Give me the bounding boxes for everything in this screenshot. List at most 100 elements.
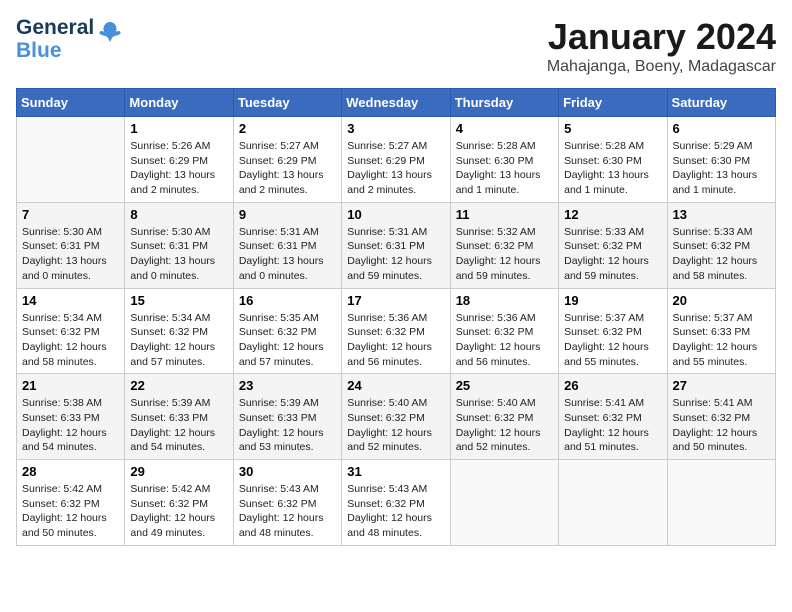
day-cell: 29 Sunrise: 5:42 AMSunset: 6:32 PMDayligh…	[125, 460, 233, 546]
day-info: Sunrise: 5:28 AMSunset: 6:30 PMDaylight:…	[564, 139, 661, 198]
day-number: 11	[456, 207, 553, 222]
day-number: 16	[239, 293, 336, 308]
title-area: January 2024 Mahajanga, Boeny, Madagasca…	[547, 16, 776, 76]
day-number: 20	[673, 293, 770, 308]
day-cell: 30 Sunrise: 5:43 AMSunset: 6:32 PMDayligh…	[233, 460, 341, 546]
day-cell	[17, 117, 125, 203]
day-info: Sunrise: 5:37 AMSunset: 6:32 PMDaylight:…	[564, 311, 661, 370]
day-number: 22	[130, 378, 227, 393]
day-number: 23	[239, 378, 336, 393]
day-number: 3	[347, 121, 444, 136]
day-info: Sunrise: 5:41 AMSunset: 6:32 PMDaylight:…	[673, 396, 770, 455]
weekday-header-monday: Monday	[125, 89, 233, 117]
day-info: Sunrise: 5:34 AMSunset: 6:32 PMDaylight:…	[130, 311, 227, 370]
day-info: Sunrise: 5:30 AMSunset: 6:31 PMDaylight:…	[22, 225, 119, 284]
week-row-1: 1 Sunrise: 5:26 AMSunset: 6:29 PMDaylight…	[17, 117, 776, 203]
day-info: Sunrise: 5:27 AMSunset: 6:29 PMDaylight:…	[239, 139, 336, 198]
day-info: Sunrise: 5:32 AMSunset: 6:32 PMDaylight:…	[456, 225, 553, 284]
day-number: 8	[130, 207, 227, 222]
logo: General Blue	[16, 16, 124, 62]
day-cell: 20Sunrise: 5:37 AMSunset: 6:33 PMDayligh…	[667, 288, 775, 374]
day-number: 21	[22, 378, 119, 393]
day-info: Sunrise: 5:36 AMSunset: 6:32 PMDaylight:…	[347, 311, 444, 370]
day-cell: 8 Sunrise: 5:30 AMSunset: 6:31 PMDaylight…	[125, 202, 233, 288]
day-info: Sunrise: 5:43 AMSunset: 6:32 PMDaylight:…	[239, 482, 336, 541]
day-cell: 5 Sunrise: 5:28 AMSunset: 6:30 PMDaylight…	[559, 117, 667, 203]
day-info: Sunrise: 5:34 AMSunset: 6:32 PMDaylight:…	[22, 311, 119, 370]
day-cell: 9Sunrise: 5:31 AMSunset: 6:31 PMDaylight…	[233, 202, 341, 288]
logo-bird-icon	[96, 18, 124, 46]
day-cell: 17 Sunrise: 5:36 AMSunset: 6:32 PMDayligh…	[342, 288, 450, 374]
day-cell: 31 Sunrise: 5:43 AMSunset: 6:32 PMDayligh…	[342, 460, 450, 546]
week-row-4: 21 Sunrise: 5:38 AMSunset: 6:33 PMDayligh…	[17, 374, 776, 460]
day-cell: 18 Sunrise: 5:36 AMSunset: 6:32 PMDayligh…	[450, 288, 558, 374]
day-number: 14	[22, 293, 119, 308]
day-info: Sunrise: 5:30 AMSunset: 6:31 PMDaylight:…	[130, 225, 227, 284]
day-cell: 12Sunrise: 5:33 AMSunset: 6:32 PMDayligh…	[559, 202, 667, 288]
day-cell: 23Sunrise: 5:39 AMSunset: 6:33 PMDayligh…	[233, 374, 341, 460]
day-info: Sunrise: 5:40 AMSunset: 6:32 PMDaylight:…	[456, 396, 553, 455]
day-info: Sunrise: 5:26 AMSunset: 6:29 PMDaylight:…	[130, 139, 227, 198]
day-number: 2	[239, 121, 336, 136]
week-row-3: 14 Sunrise: 5:34 AMSunset: 6:32 PMDayligh…	[17, 288, 776, 374]
weekday-header-friday: Friday	[559, 89, 667, 117]
day-info: Sunrise: 5:31 AMSunset: 6:31 PMDaylight:…	[239, 225, 336, 284]
day-cell: 19 Sunrise: 5:37 AMSunset: 6:32 PMDayligh…	[559, 288, 667, 374]
day-number: 10	[347, 207, 444, 222]
calendar-body: 1 Sunrise: 5:26 AMSunset: 6:29 PMDaylight…	[17, 117, 776, 546]
day-info: Sunrise: 5:41 AMSunset: 6:32 PMDaylight:…	[564, 396, 661, 455]
day-info: Sunrise: 5:29 AMSunset: 6:30 PMDaylight:…	[673, 139, 770, 198]
day-info: Sunrise: 5:40 AMSunset: 6:32 PMDaylight:…	[347, 396, 444, 455]
day-info: Sunrise: 5:38 AMSunset: 6:33 PMDaylight:…	[22, 396, 119, 455]
day-number: 29	[130, 464, 227, 479]
day-number: 15	[130, 293, 227, 308]
day-cell: 28Sunrise: 5:42 AMSunset: 6:32 PMDayligh…	[17, 460, 125, 546]
day-cell: 3 Sunrise: 5:27 AMSunset: 6:29 PMDaylight…	[342, 117, 450, 203]
day-info: Sunrise: 5:27 AMSunset: 6:29 PMDaylight:…	[347, 139, 444, 198]
day-number: 19	[564, 293, 661, 308]
day-cell: 2 Sunrise: 5:27 AMSunset: 6:29 PMDaylight…	[233, 117, 341, 203]
header: General Blue January 2024 Mahajanga, Boe…	[16, 16, 776, 76]
day-number: 30	[239, 464, 336, 479]
day-number: 5	[564, 121, 661, 136]
day-cell: 25 Sunrise: 5:40 AMSunset: 6:32 PMDayligh…	[450, 374, 558, 460]
week-row-5: 28Sunrise: 5:42 AMSunset: 6:32 PMDayligh…	[17, 460, 776, 546]
day-cell: 16 Sunrise: 5:35 AMSunset: 6:32 PMDayligh…	[233, 288, 341, 374]
day-number: 17	[347, 293, 444, 308]
day-number: 7	[22, 207, 119, 222]
day-cell	[450, 460, 558, 546]
day-number: 18	[456, 293, 553, 308]
day-number: 4	[456, 121, 553, 136]
weekday-header-wednesday: Wednesday	[342, 89, 450, 117]
day-info: Sunrise: 5:42 AMSunset: 6:32 PMDaylight:…	[22, 482, 119, 541]
day-info: Sunrise: 5:43 AMSunset: 6:32 PMDaylight:…	[347, 482, 444, 541]
day-cell: 27Sunrise: 5:41 AMSunset: 6:32 PMDayligh…	[667, 374, 775, 460]
calendar-table: SundayMondayTuesdayWednesdayThursdayFrid…	[16, 88, 776, 546]
day-cell: 22 Sunrise: 5:39 AMSunset: 6:33 PMDayligh…	[125, 374, 233, 460]
day-cell: 26Sunrise: 5:41 AMSunset: 6:32 PMDayligh…	[559, 374, 667, 460]
day-info: Sunrise: 5:39 AMSunset: 6:33 PMDaylight:…	[130, 396, 227, 455]
weekday-header-saturday: Saturday	[667, 89, 775, 117]
day-cell: 4 Sunrise: 5:28 AMSunset: 6:30 PMDaylight…	[450, 117, 558, 203]
day-number: 1	[130, 121, 227, 136]
day-cell: 24 Sunrise: 5:40 AMSunset: 6:32 PMDayligh…	[342, 374, 450, 460]
day-cell: 10Sunrise: 5:31 AMSunset: 6:31 PMDayligh…	[342, 202, 450, 288]
day-cell	[559, 460, 667, 546]
day-info: Sunrise: 5:35 AMSunset: 6:32 PMDaylight:…	[239, 311, 336, 370]
day-info: Sunrise: 5:36 AMSunset: 6:32 PMDaylight:…	[456, 311, 553, 370]
day-number: 25	[456, 378, 553, 393]
day-info: Sunrise: 5:33 AMSunset: 6:32 PMDaylight:…	[564, 225, 661, 284]
day-info: Sunrise: 5:28 AMSunset: 6:30 PMDaylight:…	[456, 139, 553, 198]
day-info: Sunrise: 5:33 AMSunset: 6:32 PMDaylight:…	[673, 225, 770, 284]
day-cell: 11 Sunrise: 5:32 AMSunset: 6:32 PMDayligh…	[450, 202, 558, 288]
day-cell	[667, 460, 775, 546]
day-cell: 21 Sunrise: 5:38 AMSunset: 6:33 PMDayligh…	[17, 374, 125, 460]
day-number: 31	[347, 464, 444, 479]
day-info: Sunrise: 5:42 AMSunset: 6:32 PMDaylight:…	[130, 482, 227, 541]
logo-general: General	[16, 16, 94, 39]
day-cell: 1 Sunrise: 5:26 AMSunset: 6:29 PMDaylight…	[125, 117, 233, 203]
day-cell: 15 Sunrise: 5:34 AMSunset: 6:32 PMDayligh…	[125, 288, 233, 374]
day-number: 24	[347, 378, 444, 393]
location-title: Mahajanga, Boeny, Madagascar	[547, 58, 776, 76]
weekday-header-sunday: Sunday	[17, 89, 125, 117]
